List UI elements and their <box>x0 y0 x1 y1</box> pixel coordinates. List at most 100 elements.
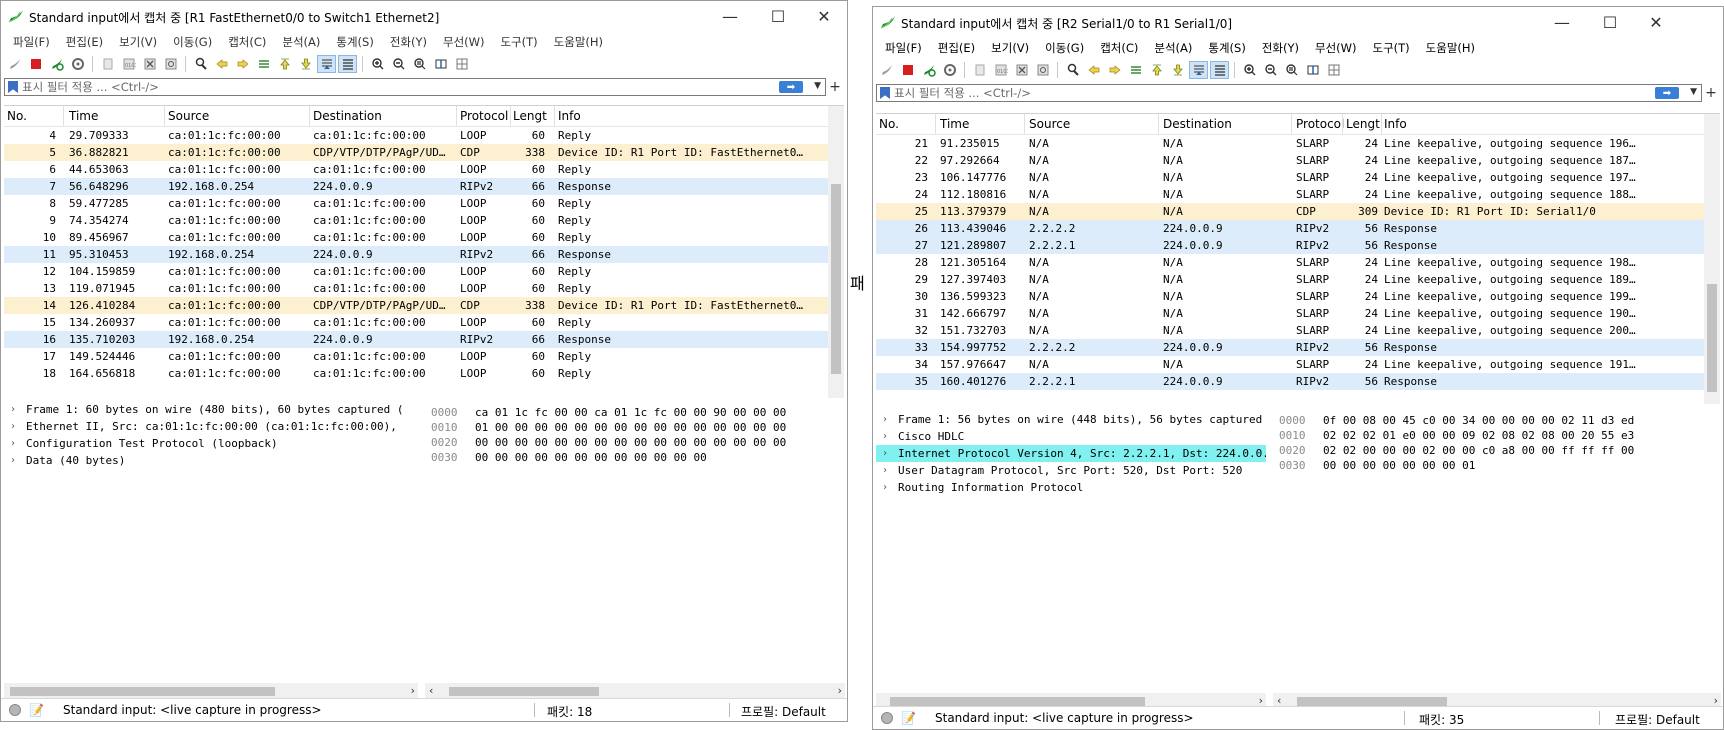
title-bar[interactable]: Standard input에서 캡처 중 [R1 FastEthernet0/… <box>1 1 847 31</box>
zoom-out-icon[interactable] <box>1261 61 1280 79</box>
col-divider[interactable] <box>1291 114 1292 134</box>
open-file-icon[interactable] <box>970 61 989 79</box>
first-packet-icon[interactable] <box>275 55 294 73</box>
start-capture-icon[interactable] <box>5 55 24 73</box>
table-row[interactable]: 13 119.071945 ca:01:1c:fc:00:00 ca:01:1c:fc… <box>4 280 844 297</box>
display-filter-input[interactable]: 표시 필터 적용 ... <Ctrl-/> ➡ ▼ <box>4 78 826 96</box>
chevron-right-icon[interactable]: › <box>10 435 16 452</box>
menu-view[interactable]: 보기(V) <box>111 34 165 50</box>
go-back-icon[interactable] <box>1084 61 1103 79</box>
go-to-packet-icon[interactable] <box>254 55 273 73</box>
chevron-right-icon[interactable]: › <box>411 684 415 697</box>
col-divider[interactable] <box>510 106 511 126</box>
menu-statistics[interactable]: 통계(S) <box>1200 40 1253 56</box>
bookmark-icon[interactable] <box>880 87 890 99</box>
table-row[interactable]: 14 126.410284 ca:01:1c:fc:00:00 CDP/VTP/DTP… <box>4 297 844 314</box>
col-no[interactable]: No. <box>7 109 27 123</box>
capture-comment-icon[interactable]: 📝 <box>901 711 916 725</box>
table-row[interactable]: 21 91.235015 N/A N/A SLARP 24 Line keepalive, … <box>876 135 1720 152</box>
table-row[interactable]: 12 104.159859 ca:01:1c:fc:00:00 ca:01:1c:fc… <box>4 263 844 280</box>
col-source[interactable]: Source <box>1029 117 1070 131</box>
auto-scroll-icon[interactable] <box>317 55 336 73</box>
packet-details[interactable]: › Frame 1: 56 bytes on wire (448 bits), 5… <box>876 411 1266 693</box>
menu-go[interactable]: 이동(G) <box>1037 40 1092 56</box>
profile-label[interactable]: 프로필: Default <box>741 703 826 720</box>
chevron-left-icon[interactable]: ‹ <box>429 684 433 697</box>
first-packet-icon[interactable] <box>1147 61 1166 79</box>
chevron-right-icon[interactable]: › <box>838 684 842 697</box>
scrollbar-thumb[interactable] <box>1707 284 1717 392</box>
detail-item[interactable]: › Cisco HDLC <box>876 428 1266 445</box>
capture-comment-icon[interactable]: 📝 <box>29 703 44 717</box>
menu-capture[interactable]: 캡처(C) <box>1092 40 1146 56</box>
menu-help[interactable]: 도움말(H) <box>1418 40 1483 56</box>
col-length[interactable]: Lengt <box>1346 117 1386 131</box>
table-row[interactable]: 33 154.997752 2.2.2.2 224.0.0.9 RIPv2 56 Respo… <box>876 339 1720 356</box>
col-divider[interactable] <box>164 106 165 126</box>
table-row[interactable]: 25 113.379379 N/A N/A CDP 309 Device ID: R1 Po… <box>876 203 1720 220</box>
zoom-in-icon[interactable] <box>1240 61 1259 79</box>
chevron-down-icon[interactable]: ▼ <box>1690 87 1697 97</box>
col-source[interactable]: Source <box>168 109 209 123</box>
auto-scroll-icon[interactable] <box>1189 61 1208 79</box>
byte-row[interactable]: 0030 00 00 00 00 00 00 00 00 00 00 00 00 <box>425 450 845 465</box>
chevron-right-icon[interactable]: › <box>882 479 888 496</box>
expert-info-icon[interactable] <box>881 712 893 724</box>
col-destination[interactable]: Destination <box>313 109 382 123</box>
add-filter-button[interactable]: + <box>826 79 844 95</box>
colorize-icon[interactable] <box>1210 61 1229 79</box>
packet-bytes[interactable]: 0000 0f 00 08 00 45 c0 00 34 00 00 00 00 … <box>1273 413 1721 693</box>
col-destination[interactable]: Destination <box>1163 117 1232 131</box>
display-filter-input[interactable]: 표시 필터 적용 ... <Ctrl-/> ➡ ▼ <box>876 84 1702 102</box>
go-forward-icon[interactable] <box>233 55 252 73</box>
menu-telephony[interactable]: 전화(Y) <box>1254 40 1307 56</box>
menu-tools[interactable]: 도구(T) <box>1365 40 1418 56</box>
col-divider[interactable] <box>935 114 936 134</box>
table-row[interactable]: 35 160.401276 2.2.2.1 224.0.0.9 RIPv2 56 Respo… <box>876 373 1720 390</box>
table-row[interactable]: 6 44.653063 ca:01:1c:fc:00:00 ca:01:1c:fc:0… <box>4 161 844 178</box>
bookmark-icon[interactable] <box>8 81 18 93</box>
go-to-packet-icon[interactable] <box>1126 61 1145 79</box>
detail-item[interactable]: › Data (40 bytes) <box>4 452 418 469</box>
expert-info-icon[interactable] <box>9 704 21 716</box>
byte-row[interactable]: 0000 ca 01 1c fc 00 00 ca 01 1c fc 00 00 … <box>425 405 845 420</box>
wireshark-window-r2[interactable]: Standard input에서 캡처 중 [R2 Serial1/0 to R… <box>872 6 1724 730</box>
minimize-button[interactable]: — <box>707 1 753 31</box>
table-row[interactable]: 18 164.656818 ca:01:1c:fc:00:00 ca:01:1c:fc… <box>4 365 844 382</box>
save-file-icon[interactable]: 0101 <box>119 55 138 73</box>
resize-columns-icon[interactable] <box>431 55 450 73</box>
go-forward-icon[interactable] <box>1105 61 1124 79</box>
close-button[interactable]: ✕ <box>801 1 847 31</box>
menu-edit[interactable]: 편집(E) <box>58 34 111 50</box>
title-bar[interactable]: Standard input에서 캡처 중 [R2 Serial1/0 to R… <box>873 7 1723 37</box>
table-row[interactable]: 15 134.260937 ca:01:1c:fc:00:00 ca:01:1c:fc… <box>4 314 844 331</box>
zoom-out-icon[interactable] <box>389 55 408 73</box>
col-info[interactable]: Info <box>1384 117 1407 131</box>
packet-list[interactable]: No. Time Source Destination Protocol Len… <box>876 113 1720 404</box>
restart-capture-icon[interactable] <box>47 55 66 73</box>
last-packet-icon[interactable] <box>296 55 315 73</box>
table-row[interactable]: 10 89.456967 ca:01:1c:fc:00:00 ca:01:1c:fc:… <box>4 229 844 246</box>
restart-capture-icon[interactable] <box>919 61 938 79</box>
table-row[interactable]: 34 157.976647 N/A N/A SLARP 24 Line keepalive,… <box>876 356 1720 373</box>
wireshark-window-r1[interactable]: Standard input에서 캡처 중 [R1 FastEthernet0/… <box>0 0 848 722</box>
chevron-right-icon[interactable]: › <box>10 452 16 469</box>
resize-columns-icon[interactable] <box>1303 61 1322 79</box>
detail-item[interactable]: › Frame 1: 60 bytes on wire (480 bits), 6… <box>4 401 418 418</box>
table-row[interactable]: 17 149.524446 ca:01:1c:fc:00:00 ca:01:1c:fc… <box>4 348 844 365</box>
find-packet-icon[interactable] <box>191 55 210 73</box>
scrollbar-thumb[interactable] <box>10 687 275 696</box>
menu-tools[interactable]: 도구(T) <box>493 34 546 50</box>
menu-file[interactable]: 파일(F) <box>5 34 58 50</box>
col-divider[interactable] <box>554 106 555 126</box>
zoom-normal-icon[interactable] <box>410 55 429 73</box>
menu-help[interactable]: 도움말(H) <box>546 34 611 50</box>
table-row[interactable]: 9 74.354274 ca:01:1c:fc:00:00 ca:01:1c:fc:0… <box>4 212 844 229</box>
arrow-right-icon[interactable]: ➡ <box>1655 87 1679 99</box>
chevron-right-icon[interactable]: › <box>10 401 16 418</box>
menu-wireless[interactable]: 무선(W) <box>435 34 493 50</box>
chevron-down-icon[interactable]: ▼ <box>814 81 821 91</box>
layout-icon[interactable] <box>452 55 471 73</box>
maximize-button[interactable]: ☐ <box>1587 7 1633 37</box>
col-no[interactable]: No. <box>879 117 899 131</box>
